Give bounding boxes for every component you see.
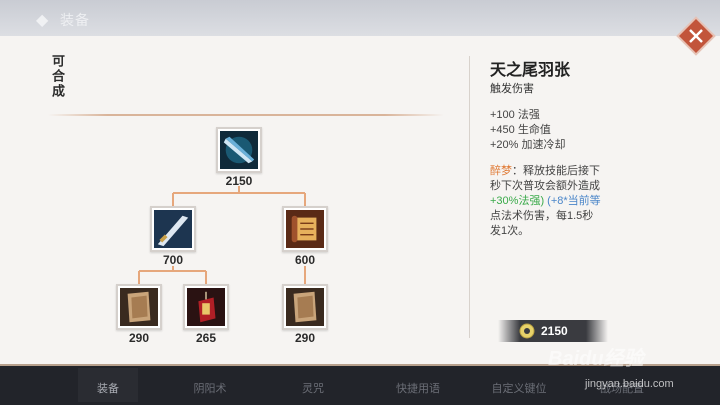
tab-onmyoji-skill[interactable]: 阴阳术 <box>194 380 227 396</box>
sword-blue-icon <box>216 127 262 173</box>
passive-text: 点法术伤害，每1.5秒 <box>490 210 594 222</box>
item-subtitle: 触发伤害 <box>490 83 534 95</box>
watermark-url: jingyan.baidu.com <box>585 378 674 390</box>
tab-spell[interactable]: 灵咒 <box>302 380 324 396</box>
paper-book-icon <box>116 284 162 330</box>
item-stats: +100 法强 +450 生命值 +20% 加速冷却 <box>490 108 566 153</box>
red-amulet-icon <box>183 284 229 330</box>
item-price: 600 <box>294 253 316 267</box>
tab-quick-chat[interactable]: 快捷用语 <box>396 380 440 396</box>
coin-icon <box>519 323 535 339</box>
horizontal-divider <box>48 114 444 116</box>
recipe-item-blade[interactable]: 700 <box>150 206 196 267</box>
item-price: 290 <box>128 331 150 345</box>
top-bar: ◆ 装备 <box>0 0 720 36</box>
item-detail-panel <box>0 36 720 366</box>
passive-text: 发1次。 <box>490 225 530 237</box>
passive-text: 秒下次普攻会额外造成 <box>490 180 600 192</box>
recipe-item-root[interactable]: 2150 <box>216 127 262 188</box>
item-price: 2150 <box>225 174 253 188</box>
vertical-divider <box>469 56 470 338</box>
passive-text: ：释放技能后接下 <box>512 165 600 177</box>
stat-line: +100 法强 <box>490 109 540 121</box>
watermark-logo: Baidu经验 <box>548 348 644 370</box>
item-price: 265 <box>195 331 217 345</box>
stat-line: +20% 加速冷却 <box>490 139 566 151</box>
passive-scaling: +30%法强) <box>490 195 545 207</box>
recipe-item-book-1[interactable]: 290 <box>116 284 162 345</box>
close-button[interactable] <box>674 14 718 58</box>
passive-scaling: (+8*当前等 <box>547 195 601 207</box>
item-price: 700 <box>162 253 184 267</box>
passive-name: 醉梦 <box>490 165 512 177</box>
page-title: 装备 <box>60 12 90 28</box>
diamond-icon: ◆ <box>36 12 49 29</box>
passive-description: 醉梦：释放技能后接下 秒下次普攻会额外造成 +30%法强) (+8*当前等 点法… <box>490 164 612 240</box>
craftable-label: 可合成 <box>50 54 65 99</box>
recipe-item-amulet[interactable]: 265 <box>183 284 229 345</box>
tab-equipment[interactable]: 装备 <box>97 380 119 396</box>
stat-line: +450 生命值 <box>490 124 551 136</box>
paper-book-icon <box>282 284 328 330</box>
recipe-item-scroll[interactable]: 600 <box>282 206 328 267</box>
item-price: 290 <box>294 331 316 345</box>
item-title: 天之尾羽张 <box>490 62 571 79</box>
item-total-price: 2150 <box>541 324 568 338</box>
blade-icon <box>150 206 196 252</box>
close-icon <box>676 16 716 56</box>
scroll-icon <box>282 206 328 252</box>
recipe-item-book-2[interactable]: 290 <box>282 284 328 345</box>
tab-custom-keys[interactable]: 自定义键位 <box>492 380 547 396</box>
